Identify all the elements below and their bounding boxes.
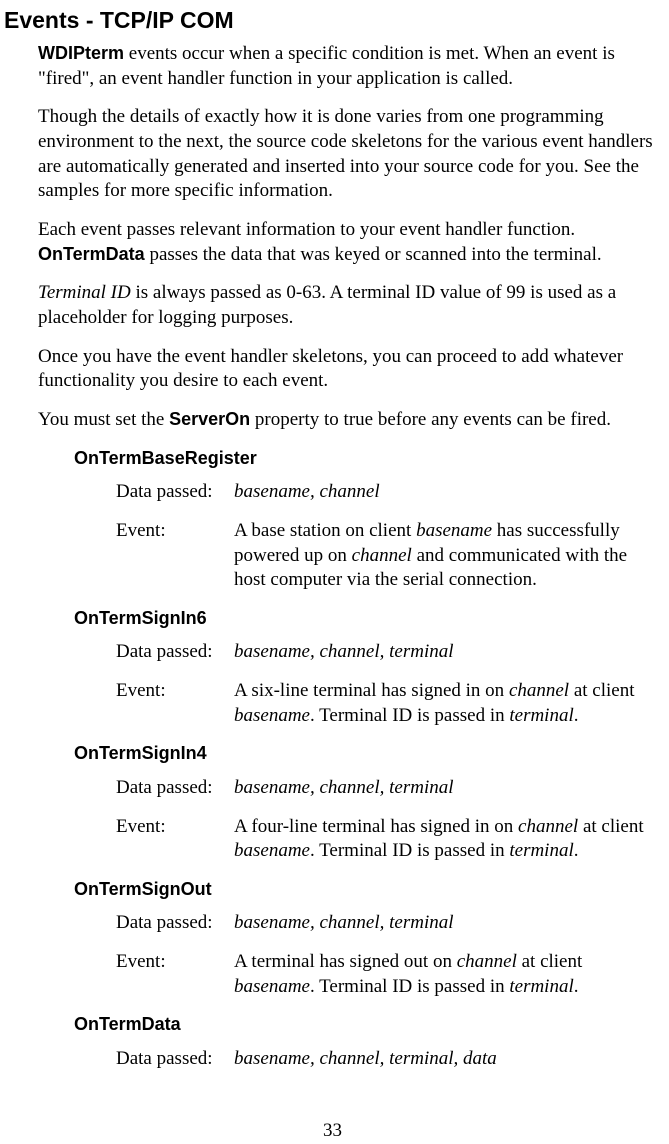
event-desc: A base station on client basename has su… — [234, 519, 661, 593]
data-passed-row: Data passed: basename, channel, terminal — [116, 911, 661, 936]
event-desc-row: Event: A terminal has signed out on chan… — [116, 950, 661, 999]
desc-italic: basename — [416, 520, 492, 541]
desc-text: A four-line terminal has signed in on — [234, 816, 518, 837]
event-name: OnTermData — [74, 1013, 661, 1036]
intro-paragraph-5: Once you have the event handler skeleton… — [38, 345, 661, 394]
page-title: Events - TCP/IP COM — [4, 6, 661, 36]
desc-text: A six-line terminal has signed in on — [234, 680, 509, 701]
intro-paragraph-2: Though the details of exactly how it is … — [38, 105, 661, 204]
event-desc-row: Event: A four-line terminal has signed i… — [116, 815, 661, 864]
desc-text: . — [574, 840, 579, 861]
data-passed-value: basename, channel, terminal, data — [234, 1047, 661, 1072]
data-passed-value: basename, channel — [234, 480, 661, 505]
event-name: OnTermSignIn4 — [74, 742, 661, 765]
desc-italic: terminal — [509, 705, 573, 726]
event-desc: A four-line terminal has signed in on ch… — [234, 815, 661, 864]
desc-text: . Terminal ID is passed in — [310, 840, 509, 861]
desc-text: . — [574, 705, 579, 726]
event-desc: A six-line terminal has signed in on cha… — [234, 679, 661, 728]
desc-italic: terminal — [509, 840, 573, 861]
desc-italic: channel — [509, 680, 569, 701]
intro-paragraph-3: Each event passes relevant information t… — [38, 218, 661, 267]
data-passed-label: Data passed: — [116, 480, 234, 505]
desc-italic: basename — [234, 705, 310, 726]
event-ontermsignout: OnTermSignOut Data passed: basename, cha… — [74, 878, 661, 999]
serveron-term: ServerOn — [169, 409, 250, 429]
event-label: Event: — [116, 679, 234, 728]
event-label: Event: — [116, 950, 234, 999]
desc-text: at client — [578, 816, 643, 837]
event-desc: A terminal has signed out on channel at … — [234, 950, 661, 999]
desc-italic: terminal — [509, 976, 573, 997]
desc-italic: channel — [518, 816, 578, 837]
desc-text: at client — [569, 680, 634, 701]
data-passed-row: Data passed: basename, channel, terminal — [116, 640, 661, 665]
data-passed-label: Data passed: — [116, 911, 234, 936]
desc-italic: basename — [234, 976, 310, 997]
desc-italic: channel — [457, 951, 517, 972]
ontermdata-term: OnTermData — [38, 244, 145, 264]
desc-text: A terminal has signed out on — [234, 951, 457, 972]
data-passed-value: basename, channel, terminal — [234, 776, 661, 801]
event-ontermdata: OnTermData Data passed: basename, channe… — [74, 1013, 661, 1071]
data-passed-value: basename, channel, terminal — [234, 911, 661, 936]
desc-text: . — [574, 976, 579, 997]
page-number: 33 — [4, 1119, 661, 1144]
desc-text: . Terminal ID is passed in — [310, 705, 509, 726]
data-passed-row: Data passed: basename, channel, terminal… — [116, 1047, 661, 1072]
event-ontermbaseregister: OnTermBaseRegister Data passed: basename… — [74, 447, 661, 593]
event-name: OnTermSignOut — [74, 878, 661, 901]
desc-text: . Terminal ID is passed in — [310, 976, 509, 997]
intro-paragraph-6: You must set the ServerOn property to tr… — [38, 408, 661, 433]
data-passed-row: Data passed: basename, channel, terminal — [116, 776, 661, 801]
data-passed-value: basename, channel, terminal — [234, 640, 661, 665]
intro-p3b: passes the data that was keyed or scanne… — [145, 244, 602, 265]
event-ontermsignin6: OnTermSignIn6 Data passed: basename, cha… — [74, 607, 661, 728]
intro-p6b: property to true before any events can b… — [250, 409, 611, 430]
data-passed-label: Data passed: — [116, 776, 234, 801]
desc-text: at client — [517, 951, 582, 972]
event-desc-row: Event: A base station on client basename… — [116, 519, 661, 593]
data-passed-label: Data passed: — [116, 1047, 234, 1072]
event-desc-row: Event: A six-line terminal has signed in… — [116, 679, 661, 728]
data-passed-row: Data passed: basename, channel — [116, 480, 661, 505]
desc-italic: channel — [352, 545, 412, 566]
event-name: OnTermSignIn6 — [74, 607, 661, 630]
data-passed-label: Data passed: — [116, 640, 234, 665]
intro-p6a: You must set the — [38, 409, 169, 430]
intro-p1-text: events occur when a specific condition i… — [38, 43, 615, 89]
event-name: OnTermBaseRegister — [74, 447, 661, 470]
intro-paragraph-1: WDIPterm events occur when a specific co… — [38, 42, 661, 91]
desc-italic: basename — [234, 840, 310, 861]
intro-p3a: Each event passes relevant information t… — [38, 219, 575, 240]
wdiptterm-term: WDIPterm — [38, 43, 124, 63]
event-label: Event: — [116, 815, 234, 864]
desc-text: A base station on client — [234, 520, 416, 541]
event-label: Event: — [116, 519, 234, 593]
terminal-id-term: Terminal ID — [38, 282, 131, 303]
intro-paragraph-4: Terminal ID is always passed as 0-63. A … — [38, 281, 661, 330]
event-ontermsignin4: OnTermSignIn4 Data passed: basename, cha… — [74, 742, 661, 863]
